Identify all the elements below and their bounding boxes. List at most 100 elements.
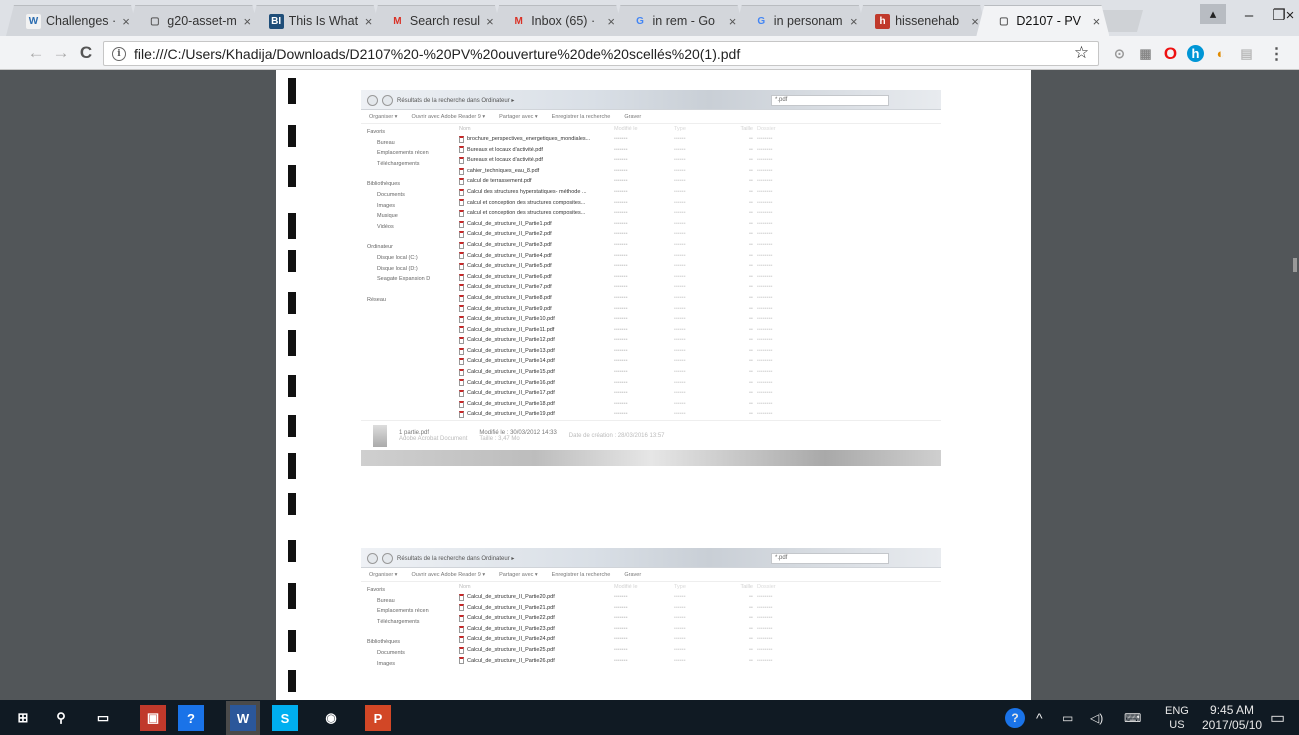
address-bar[interactable]: i file:///C:/Users/Khadija/Downloads/D21…	[103, 41, 1099, 66]
gmail-icon: M	[393, 15, 402, 27]
blurred-cell: ▪▪	[749, 263, 753, 270]
blurred-cell: ▪▪	[749, 157, 753, 164]
blurred-cell: ▪▪▪▪▪▪▪▪	[757, 199, 773, 206]
file-row: Calcul des structures hyperstatiques- mé…	[459, 187, 941, 198]
volume-icon[interactable]: ◁)	[1090, 700, 1103, 735]
file-row: Calcul_de_structure_II_Partie3.pdf ▪▪▪▪▪▪…	[459, 240, 941, 251]
close-tab-icon[interactable]: ×	[1089, 14, 1103, 29]
explorer-column-header: Nom Modifié le Type Taille Dossier	[459, 582, 941, 592]
extension-icon-3[interactable]: ◐	[1212, 45, 1229, 62]
blurred-cell: ▪▪▪▪▪▪▪	[614, 657, 628, 664]
blurred-cell: ▪▪▪▪▪▪	[674, 646, 686, 653]
pdf-file-icon	[459, 178, 464, 186]
powerpoint-icon[interactable]: P	[365, 705, 391, 731]
explorer-command: Organiser ▾	[369, 571, 398, 578]
detail-size: Taille : 3,47 Mo	[479, 435, 520, 442]
tab-3[interactable]: BI This Is What ×	[248, 5, 382, 36]
explorer-nav-item: Images	[377, 660, 396, 667]
star-icon[interactable]: ☆	[1073, 43, 1090, 62]
tab-5[interactable]: M Inbox (65) · ×	[491, 5, 625, 36]
file-row: brochure_perspectives_energetiques_mondi…	[459, 134, 941, 145]
blurred-cell: ▪▪▪▪▪▪	[674, 625, 686, 632]
blurred-cell: ▪▪	[749, 390, 753, 397]
pdf-file-icon	[459, 135, 464, 143]
reload-button[interactable]: C	[76, 43, 96, 63]
start-icon[interactable]: ⊞	[10, 705, 36, 731]
word-icon[interactable]: W	[230, 705, 256, 731]
hp-icon[interactable]: h	[1187, 45, 1204, 62]
network-icon[interactable]: ▭	[1062, 700, 1073, 735]
tab-1[interactable]: W Challenges · ×	[6, 5, 139, 36]
blurred-cell: ▪▪	[749, 625, 753, 632]
tab-7[interactable]: Gin personam ×	[733, 5, 867, 36]
chrome-menu-icon[interactable]: ⋮	[1268, 45, 1285, 63]
keyboard-icon[interactable]: ⌨	[1124, 700, 1141, 735]
tab-title: g20-asset-m	[167, 14, 237, 28]
file-name: calcul et conception des structures comp…	[467, 199, 586, 206]
forward-button[interactable]: →	[51, 43, 71, 63]
pdf-file-icon	[459, 593, 464, 601]
explorer-titlebar: Résultats de la recherche dans Ordinateu…	[361, 548, 941, 568]
scan-border-mark	[288, 213, 296, 239]
notification-icon[interactable]: ▭	[1270, 700, 1285, 735]
explorer-command-bar: Organiser ▾ Ouvrir avec Adobe Reader 9 ▾ P…	[361, 110, 941, 124]
store-icon[interactable]: ▣	[140, 705, 166, 731]
pdf-file-icon	[459, 188, 464, 196]
blurred-cell: ▪▪▪▪▪▪▪▪	[757, 594, 773, 600]
tab-title: D2107 - PV	[1016, 14, 1082, 28]
task-view-icon[interactable]: ▭	[90, 705, 116, 731]
scan-border-mark	[288, 453, 296, 479]
opera-icon[interactable]: O	[1162, 44, 1179, 63]
blurred-cell: ▪▪▪▪▪▪▪	[614, 199, 628, 206]
file-name: Calcul_de_structure_II_Partie20.pdf	[467, 594, 555, 600]
close-window-button[interactable]: ×	[1275, 2, 1299, 28]
explorer-command: Ouvrir avec Adobe Reader 9 ▾	[411, 113, 486, 120]
blurred-cell: ▪▪▪▪▪▪▪	[614, 241, 628, 248]
document-icon: ▢	[150, 15, 160, 27]
blurred-cell: ▪▪▪▪▪▪▪	[614, 646, 628, 653]
extension-icon-4[interactable]: ▤	[1238, 45, 1255, 62]
info-icon[interactable]: i	[112, 46, 126, 61]
extension-icon[interactable]: ⊙	[1111, 45, 1128, 62]
blurred-cell: ▪▪▪▪▪▪▪▪	[757, 379, 773, 386]
blurred-cell: ▪▪▪▪▪▪▪	[614, 604, 628, 611]
file-row: Calcul_de_structure_II_Partie23.pdf ▪▪▪▪▪…	[459, 624, 941, 635]
file-row: Calcul_de_structure_II_Partie13.pdf ▪▪▪▪▪…	[459, 346, 941, 357]
explorer-nav-item: Vidéos	[377, 223, 394, 230]
tab-6[interactable]: Gin rem - Go ×	[612, 5, 746, 36]
clock[interactable]: 9:45 AM 2017/05/10	[1202, 700, 1262, 735]
blurred-cell: ▪▪▪▪▪▪▪	[614, 136, 628, 142]
tab-2[interactable]: ▢ g20-asset-m ×	[127, 5, 261, 36]
tab-title: hissenehab	[895, 14, 960, 28]
blurred-cell: ▪▪▪▪▪▪	[674, 615, 686, 622]
blurred-cell: ▪▪	[749, 316, 753, 323]
blurred-cell: ▪▪▪▪▪▪▪	[614, 379, 628, 386]
chevron-up-icon[interactable]: ^	[1036, 700, 1043, 735]
blurred-cell: ▪▪	[749, 252, 753, 259]
tab-9[interactable]: ▢ D2107 - PV ×	[976, 5, 1110, 36]
scan-border-mark	[288, 493, 296, 515]
help-icon[interactable]: ?	[178, 705, 204, 731]
chrome-icon[interactable]: ◉	[318, 705, 344, 731]
profile-icon[interactable]: ▴	[1200, 4, 1226, 24]
file-name: calcul de terrassement.pdf	[467, 178, 532, 185]
search-icon[interactable]: ⚲	[48, 705, 74, 731]
browser-toolbar: ← → C i file:///C:/Users/Khadija/Downloa…	[0, 36, 1299, 70]
scan-border-mark	[288, 165, 296, 187]
explorer-nav-item: Favoris	[367, 129, 386, 135]
explorer-nav-item: Bureau	[377, 139, 395, 146]
url-text[interactable]: file:///C:/Users/Khadija/Downloads/D2107…	[134, 46, 740, 62]
tab-8[interactable]: h hissenehab ×	[855, 5, 989, 36]
skype-icon[interactable]: S	[272, 705, 298, 731]
extension-icon-2[interactable]: ▦	[1137, 45, 1154, 62]
language-indicator[interactable]: ENG US	[1165, 700, 1189, 735]
blurred-cell: ▪▪▪▪▪▪▪▪	[757, 316, 773, 323]
explorer-nav-item: Réseau	[367, 296, 386, 303]
detail-modified: Modifié le : 30/03/2012 14:33	[479, 429, 557, 436]
blurred-cell: ▪▪	[749, 636, 753, 643]
tab-4[interactable]: M Search resul ×	[369, 5, 503, 36]
back-button[interactable]: ←	[26, 43, 46, 63]
file-row: Calcul_de_structure_II_Partie11.pdf ▪▪▪▪▪…	[459, 325, 941, 336]
help-tray-icon[interactable]: ?	[1005, 700, 1025, 735]
scrollbar-thumb[interactable]	[1293, 258, 1297, 272]
